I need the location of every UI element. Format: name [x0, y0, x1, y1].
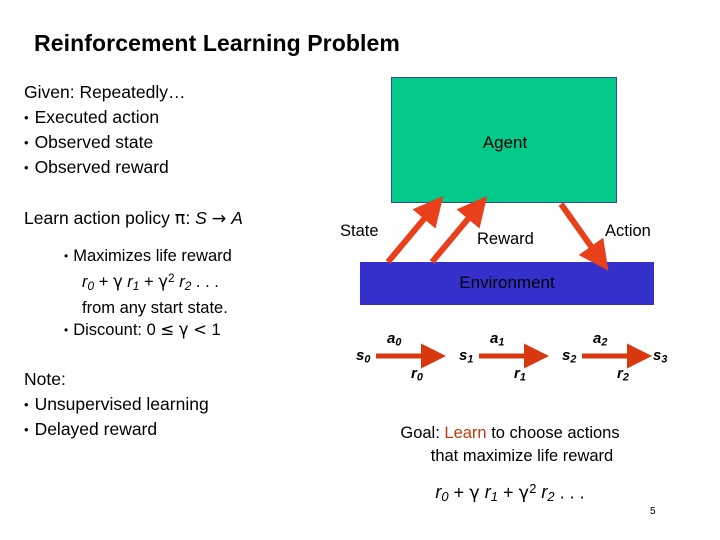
trajectory-reward-0: r0	[411, 365, 423, 384]
given-bullet-label-1: Observed state	[34, 132, 154, 152]
goal-highlight-learn: Learn	[444, 424, 487, 442]
note-bullet-label-0: Unsupervised learning	[34, 393, 209, 414]
trajectory-state-3: s3	[653, 347, 668, 366]
given-bullet-executed-action: • Executed action	[24, 105, 334, 130]
trajectory-state-0: s0	[356, 347, 371, 366]
agent-box: Agent	[391, 77, 617, 203]
policy-line: Learn action policy π: S → A	[24, 206, 334, 232]
formula-term-r0: r0	[82, 272, 95, 293]
trajectory-state-1: s1	[459, 347, 474, 366]
trajectory-sequence: s0 s1 s2 s3 a0 a1 a2 r0 r1 r2	[350, 330, 680, 388]
trajectory-action-2: a2	[593, 330, 608, 349]
note-heading: Note:	[24, 368, 66, 389]
reward-arrow	[429, 195, 488, 264]
note-bullet-label-1: Delayed reward	[34, 418, 158, 439]
bottom-gamma-2: γ	[518, 482, 530, 504]
gamma-symbol-discount: γ	[178, 319, 189, 339]
formula-plus-2: +	[144, 272, 154, 291]
environment-box: Environment	[360, 262, 654, 305]
policy-colon: :	[185, 208, 196, 228]
page-title: Reinforcement Learning Problem	[34, 30, 400, 56]
policy-bullet-maximizes: • Maximizes life reward	[24, 245, 334, 267]
page-number: 5	[650, 506, 656, 517]
goal-suffix: to choose actions	[486, 424, 620, 442]
trajectory-reward-1: r1	[514, 365, 526, 384]
given-heading: Given: Repeatedly…	[24, 82, 186, 102]
bullet-dot-icon: •	[64, 322, 69, 337]
trajectory-state-2: s2	[562, 347, 577, 366]
gamma-symbol-2: γ	[158, 271, 168, 291]
pi-symbol: π	[174, 209, 186, 229]
policy-range: A	[231, 208, 243, 228]
bullet-dot-icon: •	[64, 249, 69, 263]
flow-label-state: State	[340, 222, 379, 240]
bullet-dot-icon: •	[24, 160, 29, 175]
slide-canvas: Reinforcement Learning Problem Given: Re…	[0, 0, 720, 540]
trajectory-reward-2: r2	[617, 365, 629, 384]
bullet-dot-icon: •	[24, 421, 29, 437]
formula-term-r1: r1	[127, 272, 140, 293]
bottom-return-formula: r0 + γ r1 + γ2 r2 . . .	[360, 481, 660, 505]
trajectory-action-0: a0	[387, 330, 402, 349]
policy-bullet-label-0: Maximizes life reward	[73, 247, 232, 265]
note-bullet-delayed: • Delayed reward	[24, 417, 334, 442]
goal-prefix: Goal:	[400, 424, 445, 442]
given-bullet-observed-reward: • Observed reward	[24, 155, 334, 180]
bullet-dot-icon: •	[24, 396, 29, 412]
discount-label: Discount: 0	[73, 320, 161, 339]
bullet-dot-icon: •	[24, 135, 29, 150]
note-bullet-unsupervised: • Unsupervised learning	[24, 392, 334, 417]
given-bullet-label-0: Executed action	[34, 107, 160, 127]
bottom-gamma-1: γ	[469, 482, 480, 504]
policy-prefix: Learn action policy	[24, 208, 175, 228]
bottom-plus-2: +	[503, 482, 514, 503]
policy-bullet-discount: • Discount: 0 ≤ γ < 1	[24, 319, 334, 341]
bottom-term-r1: r1	[484, 482, 498, 505]
state-arrow	[385, 195, 444, 264]
goal-line-1: Goal: Learn to choose actions	[360, 422, 660, 445]
given-bullet-observed-state: • Observed state	[24, 130, 334, 155]
bullet-dot-icon: •	[24, 110, 29, 125]
trajectory-action-1: a1	[490, 330, 505, 349]
environment-box-label: Environment	[459, 273, 555, 292]
goal-text-block: Goal: Learn to choose actions that maxim…	[360, 422, 660, 468]
right-arrow-icon: →	[211, 209, 227, 229]
formula-term-r2: r2	[179, 272, 192, 293]
bottom-term-r0: r0	[435, 482, 449, 505]
action-arrow	[558, 202, 609, 271]
policy-domain: S	[195, 208, 207, 228]
agent-box-label: Agent	[482, 133, 528, 152]
formula-plus-1: +	[98, 272, 109, 291]
gamma-symbol-1: γ	[112, 271, 123, 291]
policy-formula-continuation: from any start state.	[82, 298, 228, 317]
given-bullet-label-2: Observed reward	[34, 157, 169, 177]
leq-symbol: ≤	[160, 319, 175, 339]
bottom-ellipsis: . . .	[559, 482, 585, 503]
bottom-plus-1: +	[453, 482, 465, 503]
lt-symbol: <	[193, 319, 207, 339]
formula-ellipsis: . . .	[195, 272, 219, 291]
bottom-term-r2: r2	[541, 482, 555, 505]
flow-label-reward: Reward	[477, 230, 534, 248]
goal-line-2: that maximize life reward	[430, 447, 614, 465]
discount-upper-bound: 1	[211, 320, 221, 339]
flow-label-action: Action	[605, 222, 651, 240]
gamma-exponent-2: 2	[168, 271, 175, 285]
policy-formula: r0 + γ r1 + γ2 r2 . . .	[24, 267, 334, 297]
left-text-column: Given: Repeatedly… • Executed action • Obs…	[24, 80, 334, 442]
